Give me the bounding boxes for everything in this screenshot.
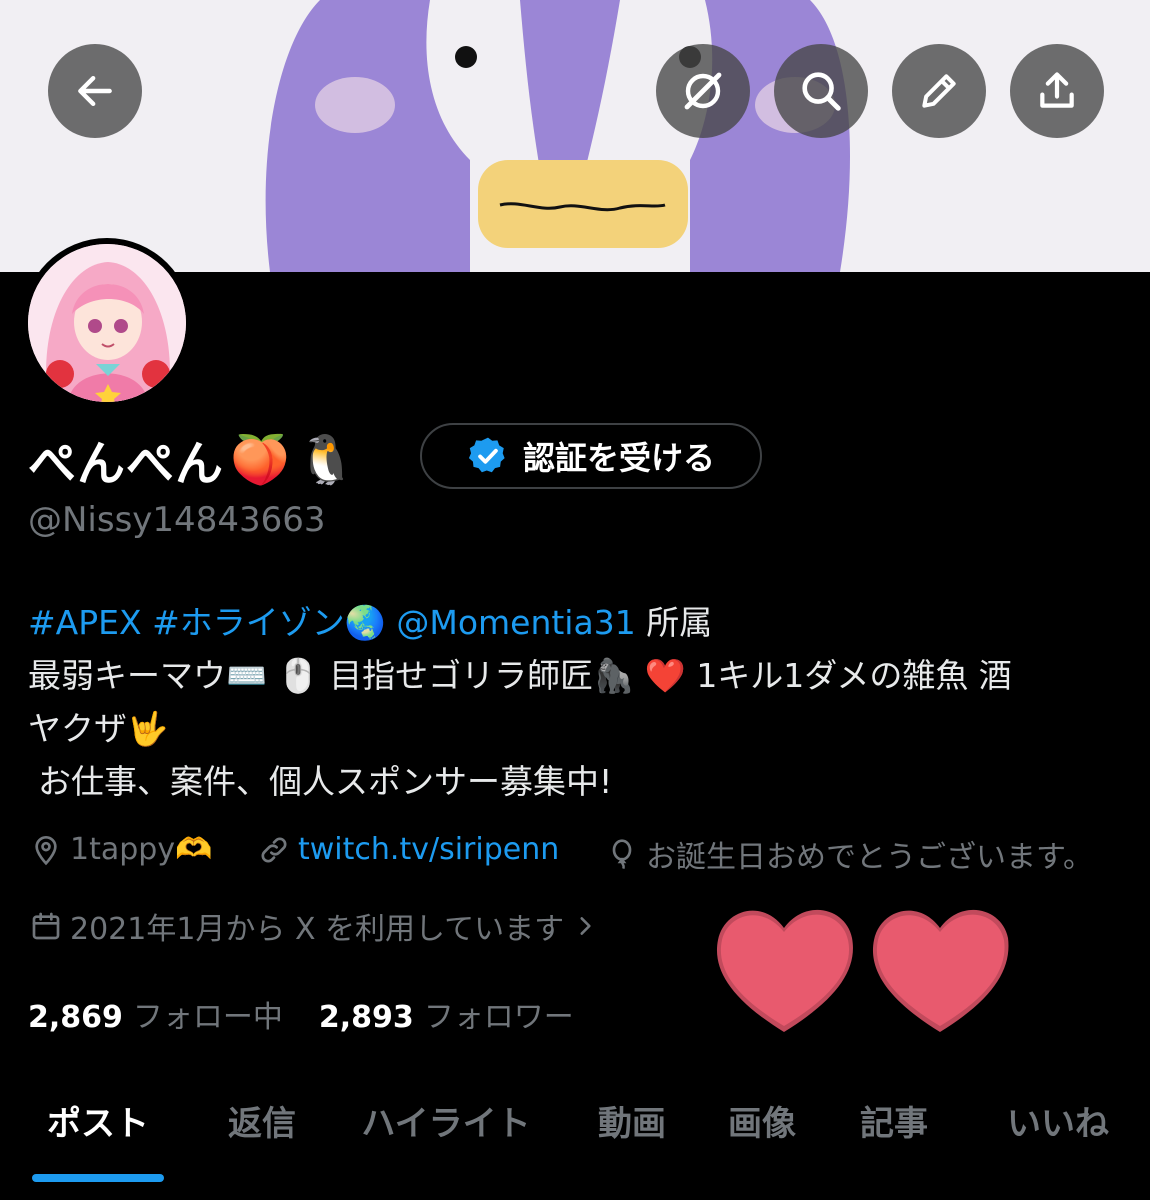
followers-stat[interactable]: 2,893 フォロワー xyxy=(319,992,574,1036)
following-count: 2,869 xyxy=(28,1000,123,1035)
followers-label: フォロワー xyxy=(423,1000,574,1035)
chevron-right-icon xyxy=(580,917,591,935)
share-icon xyxy=(1040,72,1074,108)
hashtag-apex[interactable]: #APEX xyxy=(28,603,142,642)
tab-likes[interactable]: いいね xyxy=(1007,1096,1109,1145)
search-button[interactable] xyxy=(774,44,868,138)
following-stat[interactable]: 2,869 フォロー中 xyxy=(28,992,283,1036)
get-verified-button[interactable]: 認証を受ける xyxy=(420,423,762,489)
display-name: ぺんぺん 🍑 🐧 xyxy=(28,424,358,494)
calendar-icon xyxy=(32,912,60,940)
grok-button[interactable] xyxy=(656,44,750,138)
penguin-emoji: 🐧 xyxy=(296,431,358,488)
profile-tabs: ポスト 返信 ハイライト 動画 画像 記事 いいね xyxy=(0,1090,1150,1200)
tab-replies[interactable]: 返信 xyxy=(228,1096,296,1145)
bio-line-2: 最弱キーマウ⌨️ 🖱️ 目指せゴリラ師匠🦍 ❤️ 1キル1ダメの雑魚 酒 xyxy=(28,656,1012,695)
back-button[interactable] xyxy=(48,44,142,138)
avatar-ring xyxy=(22,238,192,408)
edit-button[interactable] xyxy=(892,44,986,138)
heart-left xyxy=(716,909,853,1032)
followers-count: 2,893 xyxy=(318,1000,414,1035)
website-link[interactable]: twitch.tv/siripenn xyxy=(298,832,559,867)
tab-posts[interactable]: ポスト xyxy=(47,1096,149,1145)
joined-text: 2021年1月から X を利用しています xyxy=(70,912,565,947)
following-label: フォロー中 xyxy=(132,1000,283,1035)
website-item[interactable]: twitch.tv/siripenn xyxy=(258,832,559,867)
bio-line-1: #APEX #ホライゾン🌏 @Momentia31 所属 xyxy=(28,596,1128,649)
user-handle: @Nissy14843663 xyxy=(28,500,326,540)
follow-stats: 2,869 フォロー中 2,893 フォロワー xyxy=(28,992,574,1036)
location-item: 1tappy🫶 xyxy=(30,832,212,867)
bio-line-3: ヤクザ🤟 xyxy=(28,709,169,748)
tab-videos[interactable]: 動画 xyxy=(598,1096,666,1145)
tab-articles[interactable]: 記事 xyxy=(860,1096,928,1145)
peach-emoji: 🍑 xyxy=(230,431,291,488)
mention-momentia[interactable]: @Momentia31 xyxy=(396,603,635,642)
share-button[interactable] xyxy=(1010,44,1104,138)
birthday-text: お誕生日おめでとうございます。 xyxy=(646,840,1093,875)
birthday-item: お誕生日おめでとうございます。 xyxy=(606,832,1093,876)
location-pin-icon xyxy=(35,835,57,865)
bio-affiliation-text: 所属 xyxy=(646,603,713,642)
balloon-icon xyxy=(612,839,632,870)
location-text: 1tappy🫶 xyxy=(70,832,213,867)
tab-media[interactable]: 画像 xyxy=(728,1096,796,1145)
hashtag-horizon[interactable]: #ホライゾン🌏 xyxy=(152,603,386,642)
avatar[interactable] xyxy=(28,244,186,402)
verified-badge-icon xyxy=(468,437,505,473)
heart-right xyxy=(872,909,1009,1032)
active-tab-indicator xyxy=(32,1174,164,1182)
tab-highlights[interactable]: ハイライト xyxy=(361,1096,530,1145)
pencil-icon xyxy=(922,74,956,108)
grok-icon xyxy=(684,72,722,110)
search-icon xyxy=(802,72,841,111)
link-icon xyxy=(261,837,287,862)
anime-avatar-art xyxy=(28,244,186,402)
bio-line-4: お仕事、案件、個人スポンサー募集中! xyxy=(38,762,613,801)
arrow-left-icon xyxy=(78,75,112,107)
joined-item[interactable]: 2021年1月から X を利用しています xyxy=(30,904,598,948)
profile-bio: #APEX #ホライゾン🌏 @Momentia31 所属 最弱キーマウ⌨️ 🖱️… xyxy=(28,596,1128,808)
profile-banner[interactable] xyxy=(0,0,1150,272)
get-verified-label: 認証を受ける xyxy=(522,439,715,477)
hearts-sticker xyxy=(716,909,1009,1032)
penguin-banner-art xyxy=(0,0,1150,272)
display-name-text: ぺんぺん xyxy=(28,436,225,492)
